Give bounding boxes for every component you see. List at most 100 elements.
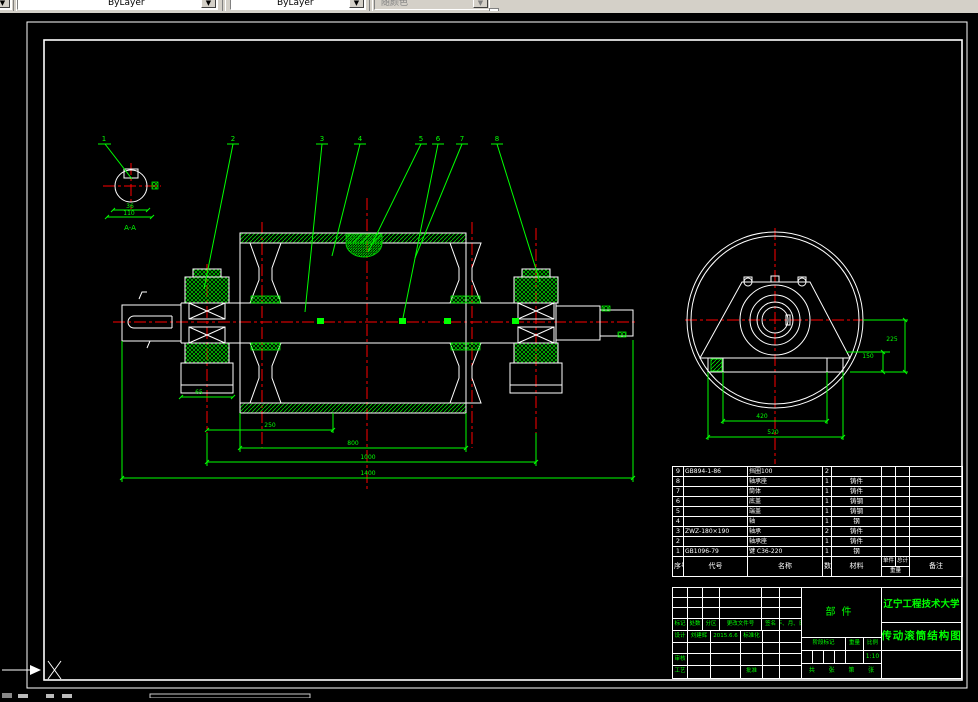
chevron-down-icon[interactable]: ▼ — [0, 0, 10, 8]
bom-cell — [895, 526, 910, 537]
bom-row: 6 底盖 1 铸钢 — [672, 496, 963, 507]
bom-cell — [895, 506, 910, 517]
bom-header-total: 总计 — [895, 556, 910, 567]
chevron-down-icon[interactable]: ▼ — [201, 0, 216, 8]
tb-cell — [779, 665, 802, 679]
bom-cell: 铸件 — [831, 536, 882, 547]
chevron-down-icon[interactable]: ▼ — [349, 0, 364, 8]
chevron-down-icon: ▼ — [473, 0, 488, 8]
balloon: 7 — [460, 135, 464, 143]
bom-cell: 键 C36-220 — [747, 546, 823, 557]
tb-label-scale: 比例 — [863, 637, 882, 651]
dim-bearing: 65 — [195, 389, 203, 396]
tb-drawing-title: 传动滚筒结构图 — [881, 622, 962, 651]
tb-sheets: 共 张 第 张 — [801, 663, 882, 679]
bom-cell — [895, 516, 910, 527]
bom-cell: GB894-1-86 — [683, 466, 748, 477]
bom-cell — [881, 496, 896, 507]
toolbar-separator — [222, 0, 226, 11]
bom-cell — [895, 476, 910, 487]
plotstyle-combo: 随颜色 ▼ — [374, 0, 490, 10]
dim-height: 225 — [886, 336, 898, 343]
bom-row: 8 轴承座 1 铸件 — [672, 476, 963, 487]
bom-cell — [881, 476, 896, 487]
bom-cell: 铸件 — [831, 526, 882, 537]
bom-cell — [683, 476, 748, 487]
bom-cell: 轴承座 — [747, 536, 823, 547]
bom-cell — [895, 496, 910, 507]
bom-row: 7 筒体 1 铸件 — [672, 486, 963, 497]
bom-cell — [909, 536, 963, 547]
balloon-1: 1 — [102, 135, 106, 143]
bom-row: 2 轴承座 1 铸件 — [672, 536, 963, 547]
tb-cell — [881, 650, 962, 679]
tb-cell — [687, 665, 711, 679]
bom-table: 9 GB894-1-86 挡圈100 2 8 轴承座 1 铸件 7 筒体 1 铸件 6 底盖 1 铸钢 5 端盖 1… — [672, 466, 963, 577]
balloon: 2 — [231, 135, 235, 143]
bom-cell: 2 — [822, 466, 832, 477]
bom-cell: 4 — [672, 516, 684, 527]
bom-cell: 1 — [822, 476, 832, 487]
bom-header-qty: 数量 — [822, 556, 832, 577]
bom-cell: 铸件 — [831, 486, 882, 497]
bom-cell: 挡圈100 — [747, 466, 823, 477]
detail-dim-outer: 110 — [123, 210, 135, 217]
bom-header-code: 代号 — [683, 556, 748, 577]
bom-cell: 1 — [672, 546, 684, 557]
bom-cell — [909, 476, 963, 487]
bom-cell: 轴承座 — [747, 476, 823, 487]
detail-view: 36 110 A-A 1 — [98, 135, 161, 232]
bom-cell — [683, 516, 748, 527]
color-control-fragment[interactable]: ▼ — [0, 0, 12, 10]
bom-cell: 1 — [822, 496, 832, 507]
dim-base-height: 150 — [862, 353, 874, 360]
dim-span: 1000 — [360, 454, 375, 461]
bom-cell — [881, 546, 896, 557]
bom-header-name: 名称 — [747, 556, 823, 577]
bom-cell — [895, 536, 910, 547]
ucs-icon — [2, 660, 62, 680]
lineweight-value: ByLayer — [277, 0, 314, 8]
bom-cell — [881, 486, 896, 497]
bom-cell — [881, 526, 896, 537]
bom-cell — [909, 506, 963, 517]
balloon: 8 — [495, 135, 499, 143]
bom-cell: 轴 — [747, 516, 823, 527]
bom-header-no: 序号 — [672, 556, 684, 577]
side-dimensions: 420 520 225 150 — [705, 317, 908, 440]
linetype-combo[interactable]: ByLayer ▼ — [17, 0, 218, 10]
bom-cell — [895, 486, 910, 497]
toolbar-separator — [369, 0, 373, 11]
bom-cell — [881, 466, 896, 477]
bom-cell: 1 — [822, 486, 832, 497]
lineweight-combo[interactable]: ByLayer ▼ — [230, 0, 366, 10]
bom-cell: 铸件 — [831, 476, 882, 487]
bom-cell — [909, 496, 963, 507]
bom-cell — [881, 536, 896, 547]
bom-cell — [683, 506, 748, 517]
bom-cell — [909, 526, 963, 537]
bom-cell — [909, 546, 963, 557]
bom-cell: 8 — [672, 476, 684, 487]
balloon: 6 — [436, 135, 441, 143]
bom-row: 3 ZWZ-180×190 轴承 2 铸件 — [672, 526, 963, 537]
bom-cell: 钢 — [831, 516, 882, 527]
bom-cell — [909, 516, 963, 527]
tb-label-process: 工艺 — [672, 665, 688, 679]
bom-cell — [881, 506, 896, 517]
tb-university: 辽宁工程技术大学 — [881, 587, 962, 623]
tb-sheet-b: 张 — [868, 667, 875, 674]
bom-cell — [895, 546, 910, 557]
bom-cell: 铸钢 — [831, 496, 882, 507]
bom-row: 9 GB894-1-86 挡圈100 2 — [672, 466, 963, 477]
bom-cell — [831, 466, 882, 477]
detail-dim-width: 36 — [126, 203, 134, 210]
bom-header-material: 材料 — [831, 556, 882, 577]
tb-cell — [845, 650, 864, 664]
bom-cell: 钢 — [831, 546, 882, 557]
bom-header-remark: 备注 — [909, 556, 963, 577]
tb-sheet-no: 第 — [848, 667, 855, 674]
bom-cell: 铸钢 — [831, 506, 882, 517]
statusbar-fragment — [2, 693, 311, 699]
bom-cell: 2 — [822, 526, 832, 537]
